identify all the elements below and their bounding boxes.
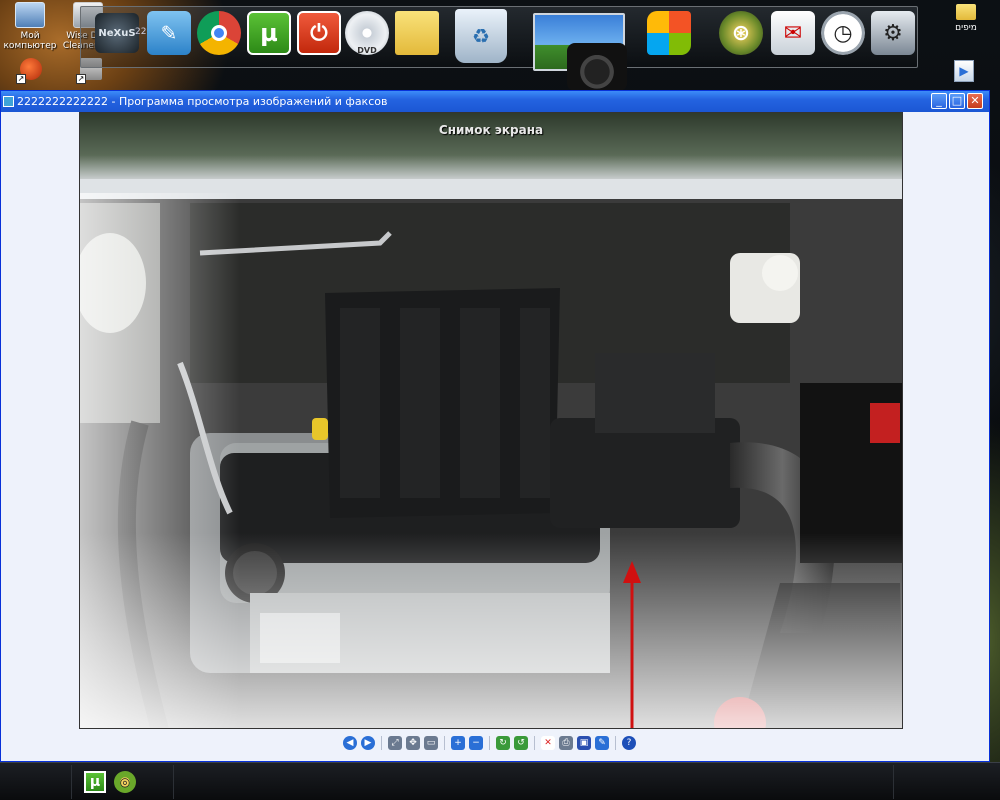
desktop-icon-folder[interactable]: מיפים [946, 4, 986, 33]
my-computer-icon [15, 2, 45, 28]
dvd-icon[interactable]: DVD [345, 11, 389, 55]
folder-icon [956, 4, 976, 20]
zoom-in-icon[interactable]: + [451, 736, 465, 750]
shortcut-arrow-icon: ↗ [16, 74, 26, 84]
print-icon[interactable]: ⎙ [559, 736, 573, 750]
desktop-icon-label: מיפים [955, 23, 977, 33]
clock-icon[interactable]: ◷ [821, 11, 865, 55]
nexus-icon[interactable]: NeXuS [95, 13, 139, 53]
desktop-icon-label: Мой компьютер [3, 31, 57, 51]
slideshow-icon[interactable]: ▭ [424, 736, 438, 750]
recycle-bin-icon[interactable]: ♻ [455, 9, 507, 63]
power-icon[interactable]: ⏻ [297, 11, 341, 55]
close-button[interactable]: ✕ [967, 93, 983, 109]
windows-icon[interactable] [647, 11, 691, 55]
edit-image-icon[interactable]: ✎ [595, 736, 609, 750]
camera-icon[interactable] [567, 43, 627, 91]
rotate-counterclockwise-icon[interactable]: ↺ [514, 736, 528, 750]
taskbar-windows [174, 765, 894, 799]
image-display[interactable]: Снимок экрана [79, 112, 903, 729]
help-icon[interactable]: ? [622, 736, 636, 750]
taskbar: µ ◎ [0, 762, 1000, 800]
toolbar-divider [489, 736, 490, 750]
mail-icon[interactable]: ✉ [771, 11, 815, 55]
image-viewer-icon [3, 96, 14, 107]
toolbar-divider [444, 736, 445, 750]
next-image-icon[interactable]: ▶ [361, 736, 375, 750]
dock: NeXuS 222 ✎ µ ⏻ DVD ♻ ⊛ ✉ ◷ ⚙ [80, 6, 918, 91]
edit-icon[interactable]: ✎ [147, 11, 191, 55]
network-icon[interactable]: ⊛ [719, 11, 763, 55]
toolbar-divider [615, 736, 616, 750]
viewer-toolbar: ◀ ▶ ⤢ ✥ ▭ + − ↻ ↺ ✕ ⎙ ▣ ✎ ? [343, 736, 636, 752]
maximize-button[interactable]: □ [949, 93, 965, 109]
minimize-button[interactable]: _ [931, 93, 947, 109]
folder-icon[interactable] [395, 11, 439, 55]
rotate-clockwise-icon[interactable]: ↻ [496, 736, 510, 750]
zoom-out-icon[interactable]: − [469, 736, 483, 750]
media-player-icon[interactable]: ▶ [954, 60, 974, 82]
best-fit-icon[interactable]: ⤢ [388, 736, 402, 750]
start-area[interactable] [0, 765, 72, 799]
previous-image-icon[interactable]: ◀ [343, 736, 357, 750]
system-tray [894, 765, 1000, 799]
desktop-icon-my-computer[interactable]: Мой компьютер [0, 2, 60, 51]
quick-launch: µ ◎ [72, 765, 174, 799]
photo-caption: Снимок экрана [438, 123, 544, 137]
delete-icon[interactable]: ✕ [541, 736, 555, 750]
actual-size-icon[interactable]: ✥ [406, 736, 420, 750]
window-title: 2222222222222 - Программа просмотра изоб… [17, 95, 388, 108]
engine-bay-photo [80, 113, 902, 728]
image-viewer-window: 2222222222222 - Программа просмотра изоб… [0, 90, 990, 762]
browser-taskbar-icon[interactable]: ◎ [114, 771, 136, 793]
toolbar-divider [381, 736, 382, 750]
utorrent-icon[interactable]: µ [247, 11, 291, 55]
window-titlebar[interactable]: 2222222222222 - Программа просмотра изоб… [1, 91, 989, 112]
utorrent-taskbar-icon[interactable]: µ [84, 771, 106, 793]
settings-icon[interactable]: ⚙ [871, 11, 915, 55]
save-icon[interactable]: ▣ [577, 736, 591, 750]
shortcut-arrow-icon: ↗ [76, 74, 86, 84]
toolbar-divider [534, 736, 535, 750]
chrome-icon[interactable] [197, 11, 241, 55]
